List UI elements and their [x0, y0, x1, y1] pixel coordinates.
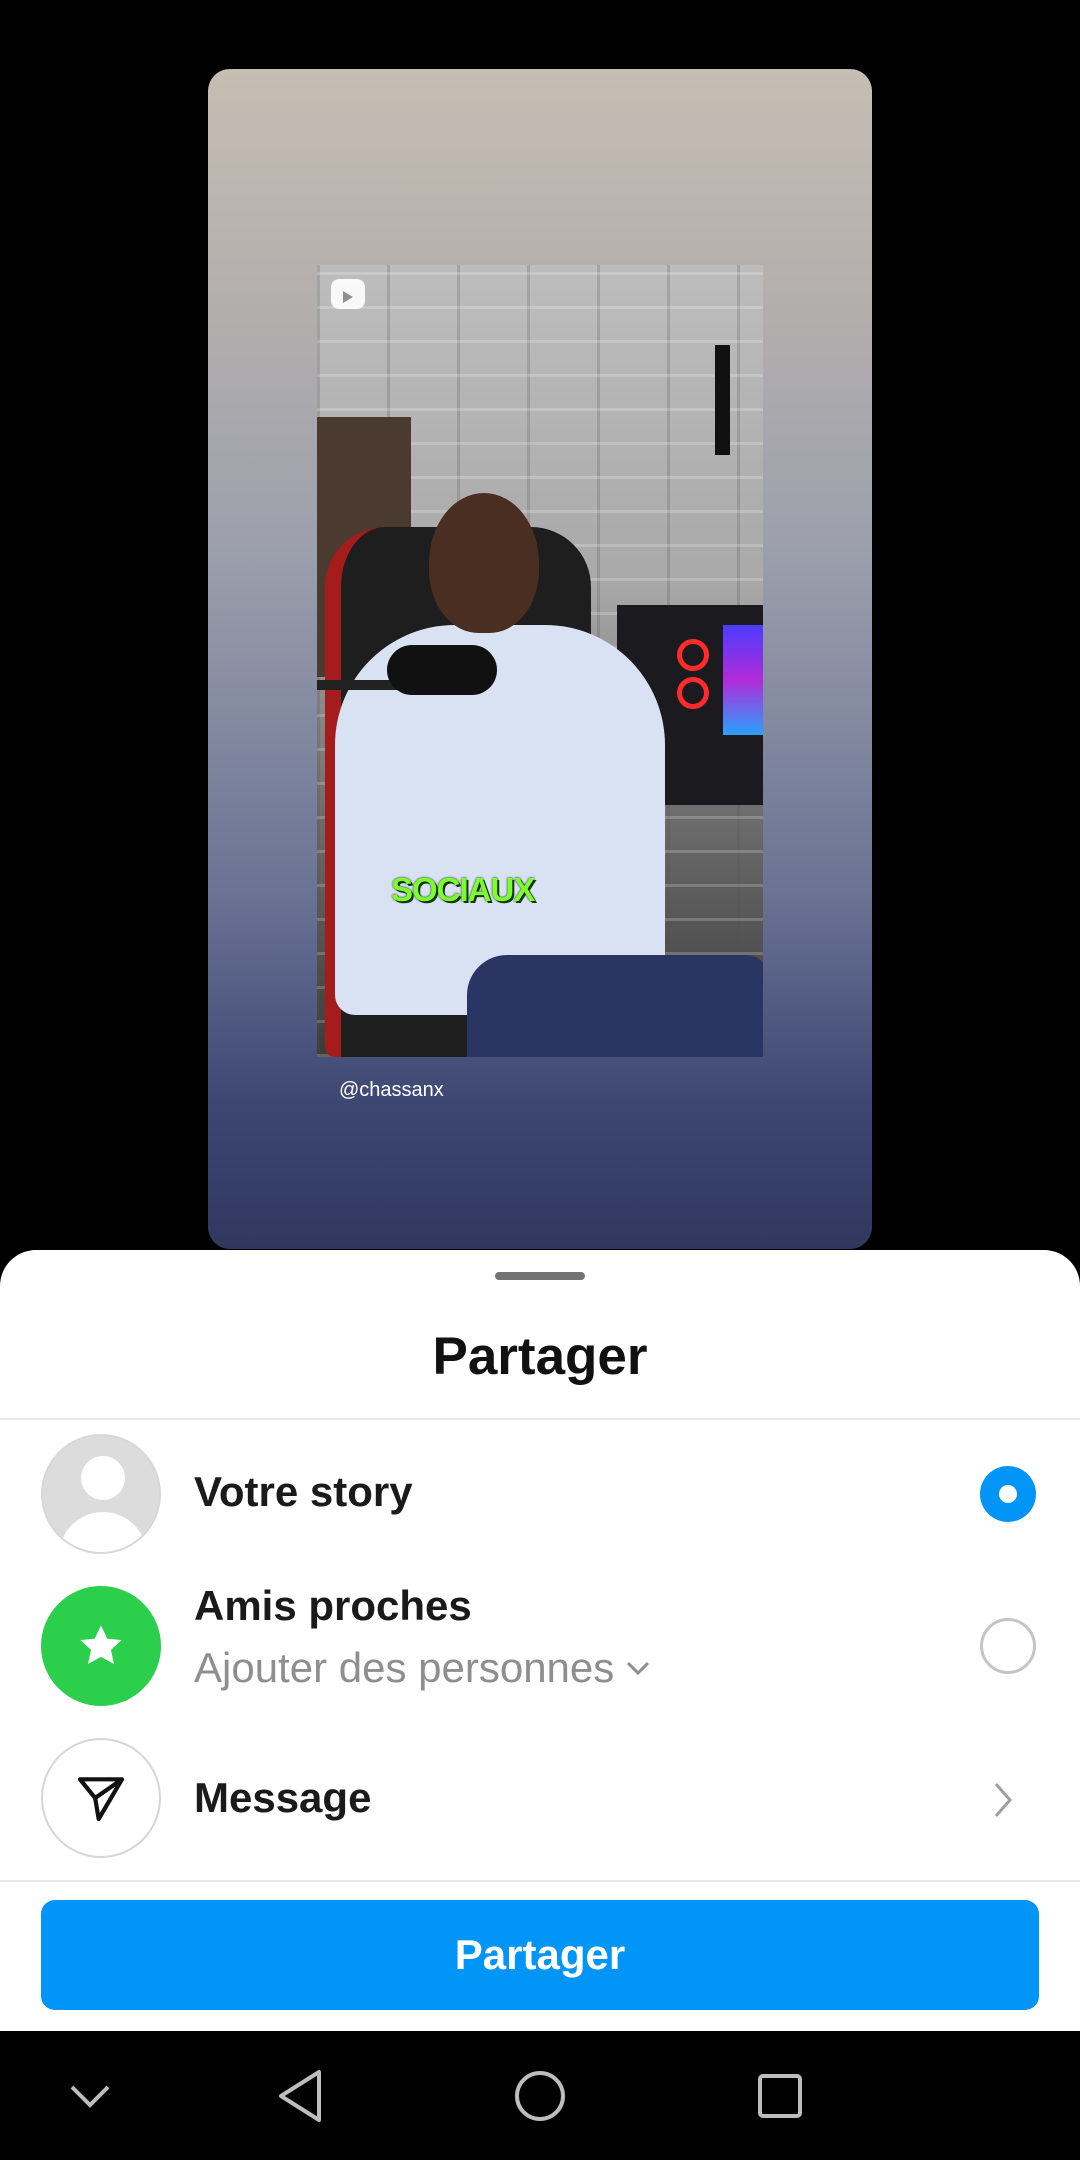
monitor	[723, 625, 763, 735]
share-sheet: Partager Votre story Amis proches Ajoute…	[0, 1250, 1080, 2031]
star-icon	[80, 1625, 122, 1664]
person-head	[429, 493, 539, 633]
sheet-grabber[interactable]	[495, 1272, 585, 1280]
person-placeholder-icon	[81, 1456, 125, 1500]
home-button[interactable]	[505, 2061, 575, 2131]
back-button[interactable]	[265, 2061, 335, 2131]
option-label: Votre story	[194, 1468, 413, 1515]
radio-unselected[interactable]	[980, 1618, 1036, 1674]
chevron-down-icon	[70, 2085, 110, 2108]
divider	[0, 1880, 1080, 1882]
person-legs	[467, 955, 763, 1057]
microphone	[387, 645, 497, 695]
option-amis-proches[interactable]: Amis proches Ajouter des personnes	[0, 1572, 1080, 1724]
reel-thumbnail: SOCIAUX	[317, 265, 763, 1057]
hide-keyboard-button[interactable]	[55, 2061, 125, 2131]
option-votre-story[interactable]: Votre story	[0, 1420, 1080, 1572]
recents-button[interactable]	[745, 2061, 815, 2131]
home-circle-icon	[515, 2071, 565, 2121]
chevron-right-icon	[994, 1783, 1012, 1817]
add-people-dropdown[interactable]: Ajouter des personnes	[194, 1644, 652, 1692]
reels-icon	[331, 279, 365, 309]
option-label: Message	[194, 1774, 372, 1821]
paper-plane-icon	[77, 1777, 125, 1822]
option-label: Amis proches	[194, 1582, 472, 1629]
video-caption: SOCIAUX	[391, 871, 535, 908]
chevron-down-icon	[627, 1661, 650, 1676]
close-friends-avatar	[41, 1586, 161, 1706]
share-button[interactable]: Partager	[41, 1900, 1039, 2010]
author-handle: @chassanx	[339, 1079, 444, 1101]
back-triangle-icon	[279, 2070, 321, 2122]
mic-arm	[317, 680, 397, 690]
sheet-title: Partager	[432, 1327, 648, 1386]
add-people-label: Ajouter des personnes	[194, 1644, 615, 1691]
option-message[interactable]: Message	[0, 1724, 1080, 1876]
avatar	[41, 1434, 161, 1554]
radio-selected[interactable]	[980, 1466, 1036, 1522]
message-avatar	[41, 1738, 161, 1858]
story-preview: SOCIAUX @chassanx	[208, 69, 872, 1249]
recents-square-icon	[758, 2074, 802, 2118]
system-navigation-bar	[0, 2031, 1080, 2160]
